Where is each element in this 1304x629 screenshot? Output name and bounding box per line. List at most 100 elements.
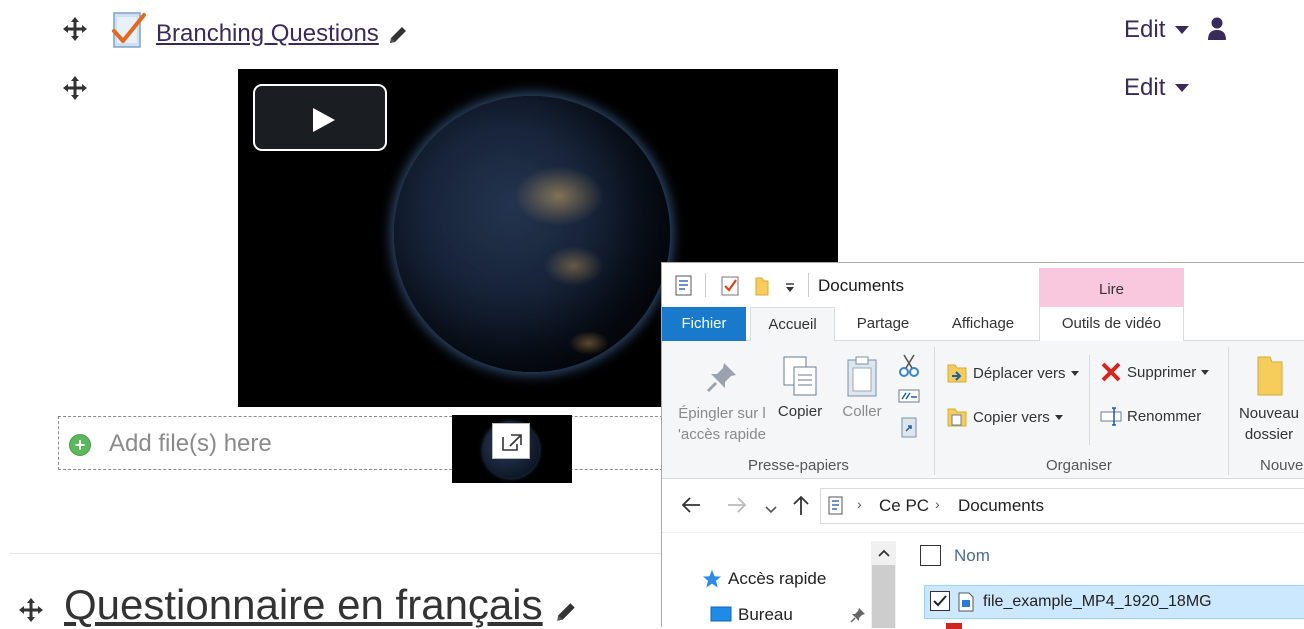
- copy-icon: [783, 356, 817, 396]
- row-checkbox[interactable]: [930, 591, 950, 611]
- copy-button[interactable]: Copier: [772, 355, 828, 420]
- caret-down-icon: [1175, 84, 1190, 92]
- contextual-tab-lire: Lire: [1039, 268, 1184, 307]
- cut-icon[interactable]: [898, 353, 920, 382]
- external-link-icon: [492, 423, 530, 459]
- pin-quick-access-button[interactable]: Épingler sur l 'accès rapide: [670, 359, 774, 445]
- section-title-link[interactable]: Questionnaire en français: [64, 581, 543, 629]
- move-to-button[interactable]: Déplacer vers: [946, 361, 1079, 385]
- breadcrumb-folder[interactable]: Documents: [958, 496, 1044, 516]
- new-folder-button[interactable]: Nouveau dossier: [1234, 353, 1304, 445]
- select-all-checkbox[interactable]: [920, 545, 941, 566]
- copy-to-icon: [947, 408, 967, 427]
- new-folder-icon: [1257, 356, 1283, 396]
- breadcrumb-root[interactable]: Ce PC: [879, 496, 929, 516]
- nav-item-desktop[interactable]: Bureau: [710, 605, 793, 625]
- pencil-icon[interactable]: [554, 600, 578, 624]
- back-arrow-icon[interactable]: [680, 495, 702, 520]
- nav-label: Bureau: [738, 605, 793, 624]
- user-icon[interactable]: [1207, 17, 1227, 41]
- address-bar-row: › Ce PC › Documents: [662, 479, 1304, 533]
- group-label-new: Nouve: [1260, 457, 1304, 474]
- column-header-name[interactable]: Nom: [954, 546, 990, 566]
- tab-accueil[interactable]: Accueil: [750, 307, 835, 342]
- delete-label: Supprimer: [1127, 363, 1197, 381]
- star-icon: [703, 570, 721, 588]
- pencil-icon[interactable]: [387, 24, 409, 46]
- ribbon: Épingler sur l 'accès rapide Copier Coll…: [662, 341, 1304, 479]
- pin-icon: [706, 363, 736, 393]
- add-icon: +: [69, 434, 91, 456]
- nav-item-quick-access[interactable]: Accès rapide: [702, 569, 826, 589]
- rename-icon: [1100, 407, 1122, 426]
- folder-icon[interactable]: [754, 275, 770, 302]
- pc-icon: [827, 496, 845, 521]
- copy-to-label: Copier vers: [973, 408, 1050, 426]
- scroll-up-icon[interactable]: [877, 545, 891, 563]
- pin-label: Épingler sur l 'accès rapide: [678, 405, 766, 443]
- file-name: file_example_MP4_1920_18MG: [983, 593, 1212, 610]
- paste-button[interactable]: Coller: [836, 355, 888, 420]
- up-arrow-icon[interactable]: [792, 494, 810, 521]
- section-divider: [10, 553, 662, 554]
- move-to-label: Déplacer vers: [973, 364, 1066, 382]
- rename-button[interactable]: Renommer: [1100, 405, 1201, 427]
- play-button[interactable]: [253, 84, 387, 151]
- group-label-organize: Organiser: [1046, 457, 1112, 474]
- properties-icon[interactable]: [674, 275, 694, 302]
- pinned-icon: [850, 607, 866, 628]
- checkbox-doc-icon[interactable]: [720, 275, 740, 302]
- move-icon[interactable]: [62, 16, 88, 42]
- tab-affichage[interactable]: Affichage: [940, 307, 1026, 341]
- file-list: Nom file_example_MP4_1920_18MG: [898, 533, 1304, 629]
- tab-outils-video[interactable]: Outils de vidéo: [1039, 307, 1184, 341]
- move-icon[interactable]: [62, 75, 88, 101]
- file-dropzone[interactable]: + Add file(s) here: [58, 416, 678, 470]
- scroll-thumb[interactable]: [872, 565, 895, 628]
- delete-button[interactable]: Supprimer: [1100, 361, 1210, 383]
- dropdown-arrow-icon[interactable]: [784, 281, 796, 299]
- edit-label: Edit: [1124, 74, 1166, 101]
- caret-down-icon: [1175, 26, 1190, 34]
- paste-shortcut-icon[interactable]: [900, 415, 918, 444]
- tab-partage[interactable]: Partage: [842, 307, 924, 341]
- play-icon: [313, 108, 335, 132]
- copy-path-icon[interactable]: [898, 387, 920, 410]
- caret-down-icon: [1054, 414, 1063, 420]
- forward-arrow-icon[interactable]: [726, 495, 748, 520]
- move-icon[interactable]: [18, 597, 44, 623]
- navigation-pane: Accès rapide Bureau: [662, 533, 898, 628]
- edit-menu-2[interactable]: Edit: [1124, 74, 1190, 102]
- edit-menu-1[interactable]: Edit: [1124, 16, 1190, 44]
- window-title: Documents: [818, 276, 904, 295]
- copy-to-button[interactable]: Copier vers: [946, 405, 1063, 429]
- file-icon-partial: [946, 623, 962, 629]
- nav-scrollbar[interactable]: [871, 541, 896, 628]
- move-to-icon: [947, 364, 967, 383]
- paste-icon: [847, 356, 877, 397]
- new-folder-label: Nouveau dossier: [1238, 405, 1300, 443]
- tab-fichier[interactable]: Fichier: [662, 307, 746, 341]
- drag-thumbnail: [452, 415, 572, 483]
- desktop-icon: [710, 606, 732, 622]
- recent-locations-icon[interactable]: [765, 501, 777, 519]
- paste-label: Coller: [842, 403, 882, 420]
- title-bar: Documents: [662, 263, 1304, 307]
- file-explorer-window[interactable]: Documents Lire Fichier Accueil Partage A…: [661, 262, 1304, 629]
- caret-down-icon: [1070, 370, 1079, 376]
- activity-title-link[interactable]: Branching Questions: [156, 20, 379, 48]
- rename-label: Renommer: [1127, 407, 1202, 425]
- dropzone-label: Add file(s) here: [109, 430, 272, 457]
- delete-x-icon: [1101, 362, 1121, 382]
- copy-label: Copier: [777, 403, 823, 420]
- caret-down-icon: [1201, 369, 1210, 375]
- nav-label: Accès rapide: [728, 569, 827, 588]
- edit-label: Edit: [1124, 16, 1166, 43]
- video-file-icon: [958, 592, 974, 617]
- checklist-icon: [111, 11, 147, 51]
- ribbon-tabs: Fichier Accueil Partage Affichage Outils…: [662, 307, 1304, 342]
- group-label-clipboard: Presse-papiers: [748, 457, 849, 474]
- address-bar[interactable]: › Ce PC › Documents: [820, 488, 1304, 524]
- earth-image: [394, 96, 670, 372]
- file-row-selected[interactable]: file_example_MP4_1920_18MG: [924, 585, 1304, 619]
